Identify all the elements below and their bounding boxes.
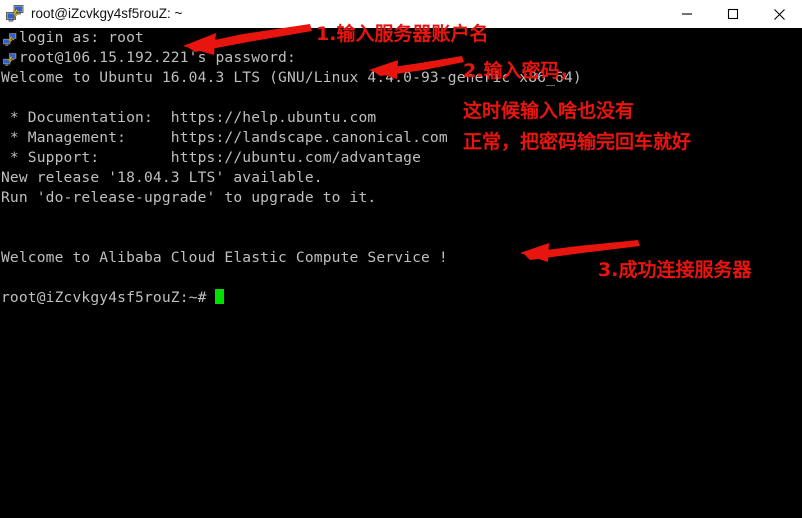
putty-icon xyxy=(5,4,25,24)
terminal-line: * Documentation: https://help.ubuntu.com xyxy=(1,109,377,126)
close-button[interactable] xyxy=(756,0,802,28)
putty-terminal-window: root@iZcvkgy4sf5rouZ: ~ login as: root r… xyxy=(0,0,802,518)
annot-step-2-line3: 正常，把密码输完回车就好 xyxy=(463,131,692,153)
annot-step-3: 3.成功连接服务器 xyxy=(598,259,752,281)
putty-icon-line-2 xyxy=(2,52,18,68)
annot-step-2-line1: 2.输入密码， xyxy=(463,60,579,82)
close-icon xyxy=(773,8,785,20)
minimize-icon xyxy=(682,13,692,15)
maximize-icon xyxy=(727,8,739,20)
terminal-line: New release '18.04.3 LTS' available. xyxy=(1,169,323,186)
terminal-line: root@106.15.192.221's password: xyxy=(1,49,296,66)
window-controls xyxy=(664,0,802,28)
annot-step-1: 1.输入服务器账户名 xyxy=(316,23,489,45)
prompt-text: root@iZcvkgy4sf5rouZ:~# xyxy=(1,289,216,306)
terminal-line: Run 'do-release-upgrade' to upgrade to i… xyxy=(1,189,377,206)
block-cursor xyxy=(215,289,225,304)
maximize-button[interactable] xyxy=(710,0,756,28)
terminal-line: Welcome to Ubuntu 16.04.3 LTS (GNU/Linux… xyxy=(1,69,582,86)
terminal-prompt-line: root@iZcvkgy4sf5rouZ:~# xyxy=(0,288,802,308)
window-title: root@iZcvkgy4sf5rouZ: ~ xyxy=(31,6,183,21)
annot-step-2-line2: 这时候输入啥也没有 xyxy=(463,100,635,122)
putty-icon-line-1 xyxy=(2,32,18,48)
minimize-button[interactable] xyxy=(664,0,710,28)
